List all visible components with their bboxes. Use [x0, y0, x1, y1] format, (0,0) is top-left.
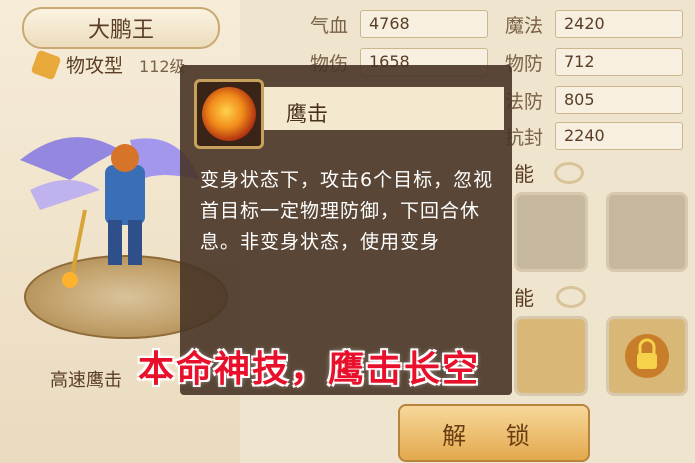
stat-label: 物防: [505, 52, 544, 75]
skill-slot[interactable]: [606, 192, 688, 272]
stat-hp: 气血 4768: [310, 10, 488, 38]
stat-mp: 魔法 2420: [505, 10, 683, 38]
attack-type-icon: [30, 49, 62, 80]
stat-seal-resist: 抗封 2240: [505, 122, 683, 150]
lock-icon: [625, 334, 669, 378]
cloud-swirl-icon: [554, 162, 584, 184]
stat-value: 805: [555, 86, 683, 114]
stat-value: 2240: [555, 122, 683, 150]
cloud-swirl-icon: [556, 286, 586, 308]
skill-description: 变身状态下，攻击6个目标，忽视首目标一定物理防御，下回合休息。非变身状态，使用变…: [200, 169, 494, 253]
unlock-button[interactable]: 解 锁: [398, 404, 590, 462]
skill-slot[interactable]: [514, 316, 588, 396]
stat-label: 抗封: [505, 126, 544, 149]
character-name: 大鹏王: [87, 18, 154, 43]
stat-label: 魔法: [505, 14, 544, 37]
stat-label: 法防: [505, 90, 544, 113]
skill-name: 鹰击: [286, 102, 328, 126]
stat-value: 2420: [555, 10, 683, 38]
character-type-row: 物攻型 112级: [30, 49, 186, 80]
skill-icon-frame: [194, 79, 264, 149]
skills-section-label-bottom: 能: [514, 286, 534, 310]
character-name-banner: 大鹏王: [22, 7, 220, 49]
eagle-strike-icon: [202, 87, 256, 141]
stat-label: 气血: [310, 14, 349, 37]
stat-physical-defense: 物防 712: [505, 48, 683, 76]
skill-slot[interactable]: [514, 192, 588, 272]
stat-value: 4768: [360, 10, 488, 38]
locked-skill-slot[interactable]: [606, 316, 688, 396]
stat-magic-defense: 法防 805: [505, 86, 683, 114]
character-type: 物攻型: [66, 55, 124, 77]
overlay-caption: 本命神技，鹰击长空: [138, 349, 481, 390]
stat-value: 712: [555, 48, 683, 76]
character-caption: 高速鹰击: [50, 370, 122, 391]
skills-section-label-top: 能: [514, 162, 534, 186]
character-level: 112级: [139, 56, 186, 76]
